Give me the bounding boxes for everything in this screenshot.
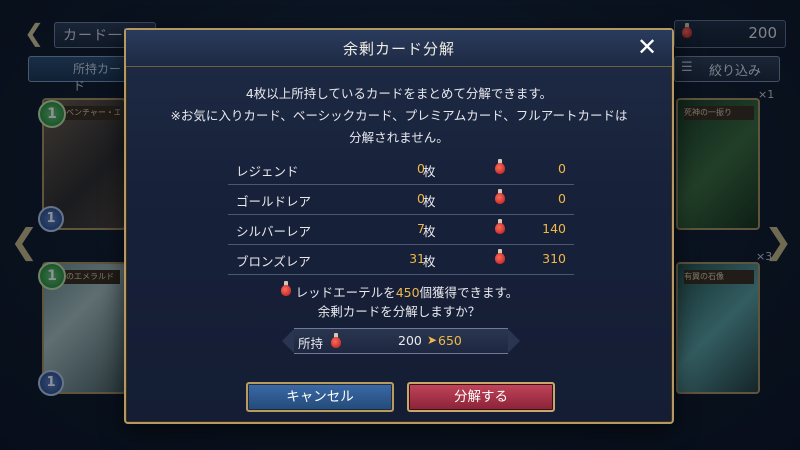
disenchant-dialog: 余剰カード分解 ✕ 4枚以上所持しているカードをまとめて分解できます。 ※お気に… <box>124 28 674 424</box>
owned-label: 所持 <box>298 336 324 351</box>
rarity-label: ゴールドレア <box>236 194 312 209</box>
disenchant-button[interactable]: 分解する <box>407 382 555 412</box>
owned-ether-bar: 所持 200 ➤ 650 <box>282 328 520 354</box>
red-ether-icon <box>280 281 292 297</box>
ether-amount: 140 <box>542 221 566 236</box>
red-ether-icon <box>494 159 508 177</box>
table-row: シルバーレア 7 枚 140 <box>228 215 574 245</box>
gain-prefix: レッドエーテルを <box>295 285 396 300</box>
arrow-right-icon: ➤ <box>427 333 438 347</box>
red-ether-icon <box>494 219 508 237</box>
rarity-label: ブロンズレア <box>236 254 311 269</box>
rarity-label: シルバーレア <box>236 224 312 239</box>
table-row: レジェンド 0 枚 0 <box>228 155 574 185</box>
dialog-title: 余剰カード分解 <box>342 40 455 58</box>
red-ether-icon <box>494 249 508 267</box>
close-icon[interactable]: ✕ <box>634 34 660 60</box>
red-ether-icon <box>330 333 342 349</box>
description-line-2: ※お気に入りカード、ベーシックカード、プレミアムカード、フルアートカードは <box>170 108 628 123</box>
quantity-unit: 枚 <box>423 164 436 179</box>
ether-amount: 310 <box>542 251 566 266</box>
description-line-1: 4枚以上所持しているカードをまとめて分解できます。 <box>245 86 553 101</box>
table-row: ゴールドレア 0 枚 0 <box>228 185 574 215</box>
quantity-unit: 枚 <box>423 194 436 209</box>
ether-amount: 0 <box>558 191 566 206</box>
quantity-unit: 枚 <box>423 224 436 239</box>
dialog-header: 余剰カード分解 ✕ <box>126 30 672 67</box>
description-line-3: 分解されません。 <box>349 130 449 145</box>
confirm-question: 余剰カードを分解しますか？ <box>317 304 481 319</box>
gain-amount: 450 <box>395 285 420 300</box>
rarity-label: レジェンド <box>236 164 299 179</box>
gain-suffix: 個獲得できます。 <box>419 285 519 300</box>
cancel-button[interactable]: キャンセル <box>246 382 394 412</box>
ether-amount: 0 <box>558 161 566 176</box>
gain-message: レッドエーテルを450個獲得できます。 <box>126 281 672 301</box>
red-ether-icon <box>494 189 508 207</box>
owned-after: 650 <box>438 333 462 348</box>
quantity-unit: 枚 <box>423 254 436 269</box>
rarity-table: レジェンド 0 枚 0 ゴールドレア 0 枚 0 シルバーレア 7 枚 140 … <box>228 155 574 275</box>
owned-current: 200 <box>398 333 422 348</box>
table-row: ブロンズレア 31 枚 310 <box>228 245 574 275</box>
